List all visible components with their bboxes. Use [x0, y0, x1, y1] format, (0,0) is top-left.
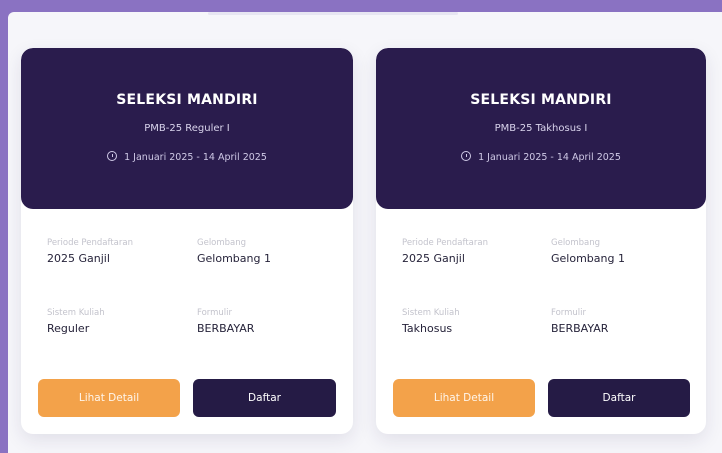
clock-icon [461, 151, 472, 161]
formulir-label: Formulir [551, 308, 587, 318]
card-subtitle: PMB-25 Reguler I [144, 123, 230, 134]
admission-card-takhosus: SELEKSI MANDIRI PMB-25 Takhosus I 1 Janu… [376, 48, 706, 434]
daftar-button[interactable]: Daftar [548, 379, 690, 417]
clock-icon [107, 151, 118, 161]
gelombang-value: Gelombang 1 [197, 252, 271, 265]
lihat-detail-button[interactable]: Lihat Detail [38, 379, 180, 417]
periode-label: Periode Pendaftaran [402, 238, 488, 248]
admission-card-reguler: SELEKSI MANDIRI PMB-25 Reguler I 1 Janua… [21, 48, 353, 434]
formulir-value: BERBAYAR [197, 322, 255, 335]
card-title: SELEKSI MANDIRI [470, 92, 612, 108]
date-range-text: 1 Januari 2025 - 14 April 2025 [478, 152, 621, 163]
card-title: SELEKSI MANDIRI [116, 92, 258, 108]
formulir-value: BERBAYAR [551, 322, 609, 335]
card-header: SELEKSI MANDIRI PMB-25 Reguler I 1 Janua… [21, 48, 353, 209]
card-date-range: 1 Januari 2025 - 14 April 2025 [376, 151, 706, 163]
card-date-range: 1 Januari 2025 - 14 April 2025 [21, 151, 353, 163]
divider [208, 12, 458, 15]
field-formulir: Formulir BERBAYAR [551, 308, 608, 335]
periode-value: 2025 Ganjil [47, 252, 110, 265]
date-range-text: 1 Januari 2025 - 14 April 2025 [124, 152, 267, 163]
formulir-label: Formulir [197, 308, 233, 318]
field-formulir: Formulir BERBAYAR [197, 308, 254, 335]
daftar-button[interactable]: Daftar [193, 379, 336, 417]
gelombang-value: Gelombang 1 [551, 252, 625, 265]
field-gelombang: Gelombang Gelombang 1 [197, 238, 271, 265]
periode-value: 2025 Ganjil [402, 252, 465, 265]
gelombang-label: Gelombang [197, 238, 247, 248]
sistem-kuliah-value: Reguler [47, 322, 90, 335]
field-periode: Periode Pendaftaran 2025 Ganjil [402, 238, 488, 265]
periode-label: Periode Pendaftaran [47, 238, 133, 248]
content-area: SELEKSI MANDIRI PMB-25 Reguler I 1 Janua… [8, 12, 722, 453]
field-gelombang: Gelombang Gelombang 1 [551, 238, 625, 265]
field-sistem-kuliah: Sistem Kuliah Takhosus [402, 308, 460, 335]
card-header: SELEKSI MANDIRI PMB-25 Takhosus I 1 Janu… [376, 48, 706, 209]
sistem-kuliah-label: Sistem Kuliah [47, 308, 105, 318]
field-periode: Periode Pendaftaran 2025 Ganjil [47, 238, 133, 265]
card-subtitle: PMB-25 Takhosus I [494, 123, 588, 134]
sistem-kuliah-label: Sistem Kuliah [402, 308, 460, 318]
sistem-kuliah-value: Takhosus [402, 322, 453, 335]
gelombang-label: Gelombang [551, 238, 601, 248]
lihat-detail-button[interactable]: Lihat Detail [393, 379, 535, 417]
field-sistem-kuliah: Sistem Kuliah Reguler [47, 308, 105, 335]
